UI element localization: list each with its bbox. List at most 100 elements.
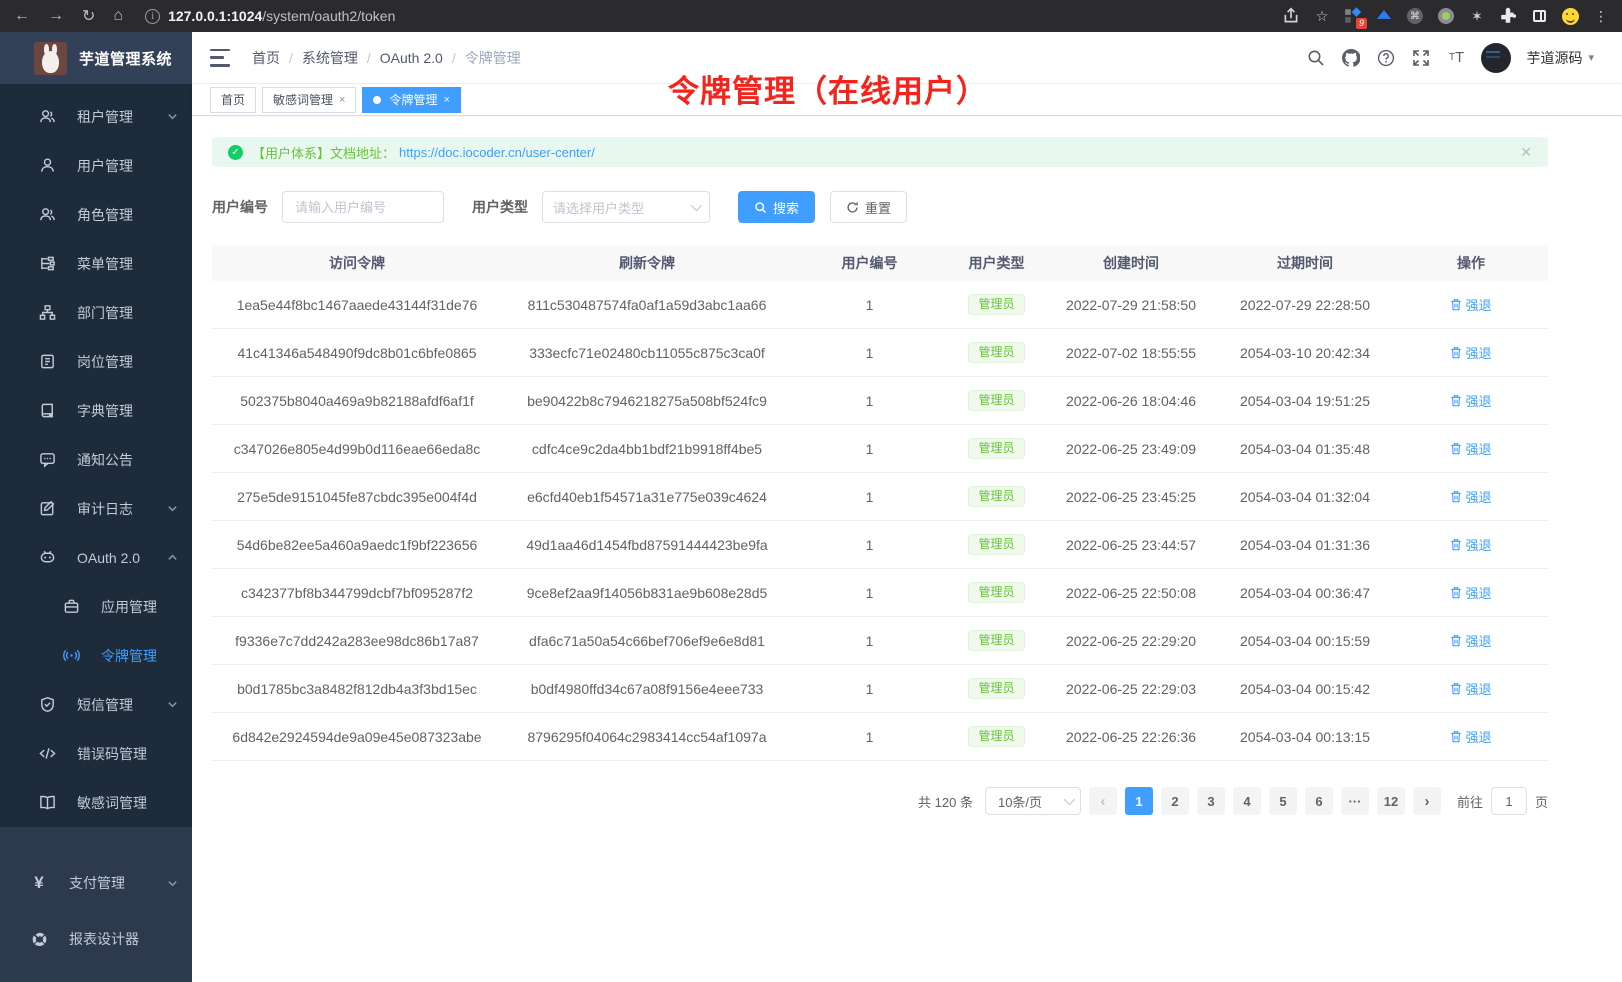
font-size-icon[interactable]: TT xyxy=(1446,48,1466,68)
breadcrumb-item[interactable]: 系统管理 xyxy=(302,48,358,68)
page-button-3[interactable]: 3 xyxy=(1197,787,1225,815)
sidebar-toggle-icon[interactable] xyxy=(210,49,230,67)
force-logout-button[interactable]: 强退 xyxy=(1450,343,1491,362)
help-icon[interactable] xyxy=(1376,48,1396,68)
recorder-extension-icon[interactable] xyxy=(1437,7,1455,25)
site-info-icon[interactable]: i xyxy=(145,9,160,24)
goto-page-input[interactable] xyxy=(1491,787,1527,815)
sidebar-item-租户管理[interactable]: 租户管理 xyxy=(0,92,192,141)
share-icon[interactable] xyxy=(1282,7,1300,25)
reset-button[interactable]: 重置 xyxy=(830,191,907,223)
token-table: 访问令牌刷新令牌用户编号用户类型创建时间过期时间操作 1ea5e44f8bc14… xyxy=(212,245,1548,761)
expire-time-cell: 2054-03-10 20:42:34 xyxy=(1216,345,1394,361)
sidebar-item-敏感词管理[interactable]: 敏感词管理 xyxy=(0,778,192,827)
force-logout-button[interactable]: 强退 xyxy=(1450,727,1491,746)
sidebar-item-支付管理[interactable]: ¥支付管理 xyxy=(0,855,192,911)
url-bar[interactable]: i 127.0.0.1:1024/system/oauth2/token xyxy=(139,0,1282,32)
alert-close-icon[interactable]: ✕ xyxy=(1520,144,1532,161)
forward-icon[interactable]: → xyxy=(48,7,64,25)
breadcrumb-item[interactable]: 首页 xyxy=(252,48,280,68)
back-icon[interactable]: ← xyxy=(14,7,30,25)
sidebar-item-报表设计器[interactable]: 报表设计器 xyxy=(0,911,192,967)
action-cell: 强退 xyxy=(1394,535,1548,554)
tab-令牌管理[interactable]: 令牌管理× xyxy=(362,87,460,113)
expire-time-cell: 2054-03-04 19:51:25 xyxy=(1216,393,1394,409)
page-size-value: 10条/页 xyxy=(998,792,1042,811)
page-button-5[interactable]: 5 xyxy=(1269,787,1297,815)
force-logout-button[interactable]: 强退 xyxy=(1450,535,1491,554)
page-size-select[interactable]: 10条/页 xyxy=(985,787,1081,815)
search-icon[interactable] xyxy=(1306,48,1326,68)
extension-badge-icon[interactable]: 9 xyxy=(1344,7,1362,25)
page-button-12[interactable]: 12 xyxy=(1377,787,1405,815)
tab-close-icon[interactable]: × xyxy=(339,94,345,106)
sidebar-item-错误码管理[interactable]: 错误码管理 xyxy=(0,729,192,778)
page-button-2[interactable]: 2 xyxy=(1161,787,1189,815)
force-logout-button[interactable]: 强退 xyxy=(1450,631,1491,650)
github-icon[interactable] xyxy=(1341,48,1361,68)
table-row: 275e5de9151045fe87cbdc395e004f4de6cfd40e… xyxy=(212,473,1548,521)
tab-首页[interactable]: 首页 xyxy=(210,87,256,113)
sidebar-item-用户管理[interactable]: 用户管理 xyxy=(0,141,192,190)
sidebar-item-令牌管理[interactable]: 令牌管理 xyxy=(0,631,192,680)
sidebar-item-应用管理[interactable]: 应用管理 xyxy=(0,582,192,631)
app-logo-band[interactable]: 芋道管理系统 xyxy=(0,32,192,84)
force-logout-button[interactable]: 强退 xyxy=(1450,295,1491,314)
user-type-select[interactable]: 请选择用户类型 xyxy=(542,191,710,223)
force-logout-button[interactable]: 强退 xyxy=(1450,583,1491,602)
profile-emoji-icon[interactable] xyxy=(1561,7,1579,25)
user-menu[interactable]: 芋道源码 ▾ xyxy=(1526,48,1594,68)
sidepanel-icon[interactable] xyxy=(1530,7,1548,25)
gem-extension-icon[interactable] xyxy=(1375,7,1393,25)
more-pages-button[interactable]: ··· xyxy=(1341,787,1369,815)
audit-icon xyxy=(38,500,56,518)
page-button-6[interactable]: 6 xyxy=(1305,787,1333,815)
tab-敏感词管理[interactable]: 敏感词管理× xyxy=(262,87,356,113)
command-extension-icon[interactable]: ⌘ xyxy=(1406,7,1424,25)
sidebar-item-短信管理[interactable]: 短信管理 xyxy=(0,680,192,729)
column-header: 用户编号 xyxy=(792,253,947,273)
sidebar-item-部门管理[interactable]: 部门管理 xyxy=(0,288,192,337)
force-logout-button[interactable]: 强退 xyxy=(1450,391,1491,410)
browser-menu-icon[interactable]: ⋮ xyxy=(1592,7,1610,25)
breadcrumb-separator: / xyxy=(452,50,456,66)
force-logout-button[interactable]: 强退 xyxy=(1450,679,1491,698)
tab-close-icon[interactable]: × xyxy=(443,94,449,106)
trash-icon xyxy=(1450,538,1462,551)
user-id-input[interactable] xyxy=(282,191,444,223)
table-row: 1ea5e44f8bc1467aaede43144f31de76811c5304… xyxy=(212,281,1548,329)
sidebar-item-审计日志[interactable]: 审计日志 xyxy=(0,484,192,533)
breadcrumb-item[interactable]: OAuth 2.0 xyxy=(380,50,443,66)
user-name: 芋道源码 xyxy=(1526,48,1582,68)
prev-page-button[interactable]: ‹ xyxy=(1089,787,1117,815)
force-logout-button[interactable]: 强退 xyxy=(1450,439,1491,458)
user-avatar[interactable] xyxy=(1481,43,1511,73)
bookmark-star-icon[interactable]: ☆ xyxy=(1313,7,1331,25)
user-id-cell: 1 xyxy=(792,393,947,409)
sidebar-item-菜单管理[interactable]: 菜单管理 xyxy=(0,239,192,288)
user-type-badge: 管理员 xyxy=(968,438,1024,459)
trash-icon xyxy=(1450,730,1462,743)
home-icon[interactable]: ⌂ xyxy=(113,7,123,25)
sidebar-item-角色管理[interactable]: 角色管理 xyxy=(0,190,192,239)
sidebar-item-字典管理[interactable]: 字典管理 xyxy=(0,386,192,435)
fullscreen-icon[interactable] xyxy=(1411,48,1431,68)
star-extension-icon[interactable]: ✶ xyxy=(1468,7,1486,25)
user-type-badge: 管理员 xyxy=(968,342,1024,363)
force-logout-button[interactable]: 强退 xyxy=(1450,487,1491,506)
reload-icon[interactable]: ↻ xyxy=(82,6,95,26)
access-token-cell: b0d1785bc3a8482f812db4a3f3bd15ec xyxy=(212,681,502,697)
page-button-1[interactable]: 1 xyxy=(1125,787,1153,815)
user-id-label: 用户编号 xyxy=(212,197,268,217)
user-type-badge: 管理员 xyxy=(968,678,1024,699)
page-button-4[interactable]: 4 xyxy=(1233,787,1261,815)
sidebar-item-通知公告[interactable]: 通知公告 xyxy=(0,435,192,484)
alert-doc-link[interactable]: https://doc.iocoder.cn/user-center/ xyxy=(399,145,595,160)
search-button[interactable]: 搜索 xyxy=(738,191,815,223)
user-type-cell: 管理员 xyxy=(947,534,1046,555)
sidebar-item-岗位管理[interactable]: 岗位管理 xyxy=(0,337,192,386)
next-page-button[interactable]: › xyxy=(1413,787,1441,815)
sidebar-item-OAuth 2.0[interactable]: OAuth 2.0 xyxy=(0,533,192,582)
puzzle-extensions-icon[interactable] xyxy=(1499,7,1517,25)
sms-icon xyxy=(38,696,56,714)
